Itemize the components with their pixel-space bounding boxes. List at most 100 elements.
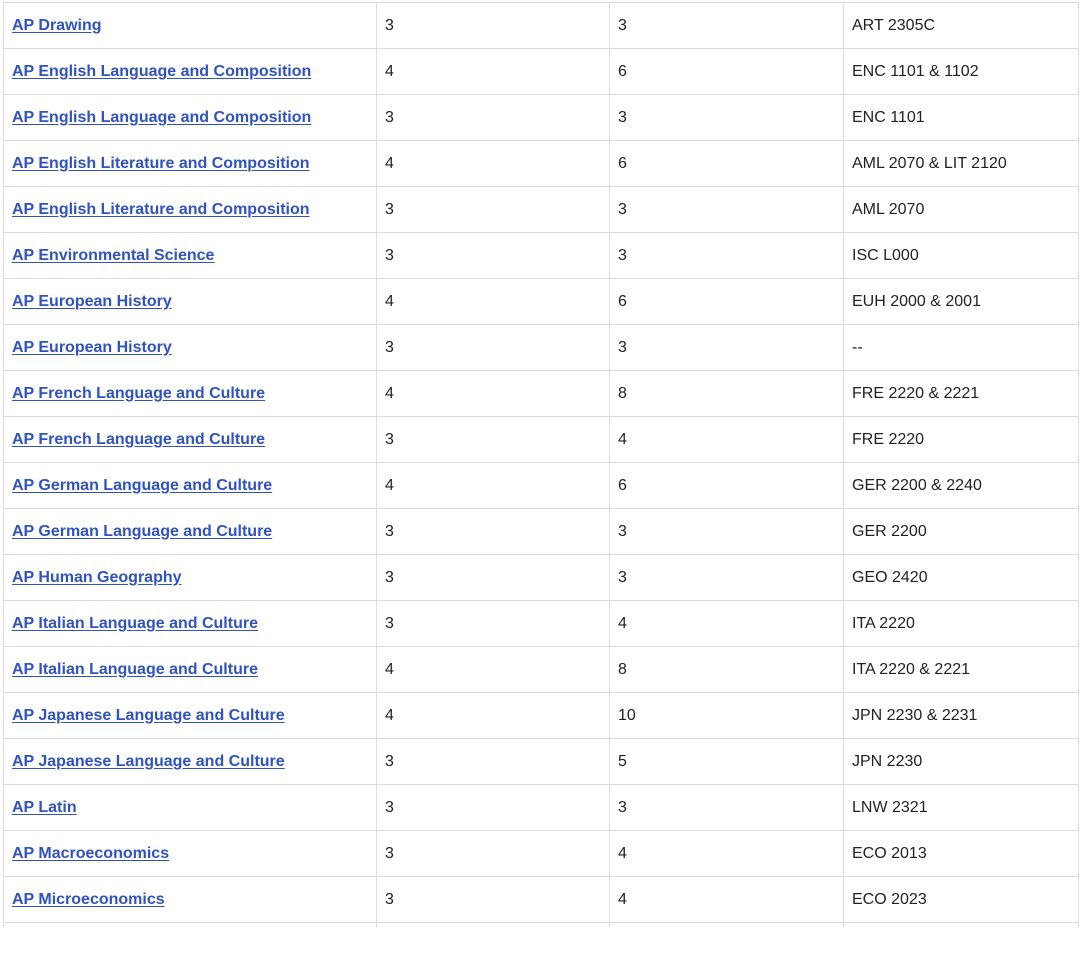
score-cell: 3 <box>376 186 610 233</box>
credits-cell: 3 <box>609 784 844 831</box>
course-link[interactable]: AP Microeconomics <box>12 891 165 908</box>
credits-cell: 10 <box>609 692 844 739</box>
score-cell: 3 <box>376 416 610 463</box>
table-body: AP Drawing 3 3 ART 2305C AP English Language… <box>3 2 1079 927</box>
course-cell: AP Latin <box>3 784 377 831</box>
score-cell: 3 <box>376 94 610 141</box>
credits-cell: 4 <box>609 876 844 923</box>
score-cell: 4 <box>376 278 610 325</box>
score-cell: 4 <box>376 462 610 509</box>
table-row: AP German Language and Culture 4 6 GER 2200… <box>3 462 1079 509</box>
ap-credit-table-container: AP Drawing 3 3 ART 2305C AP English Language… <box>3 2 1079 927</box>
score-cell: 3 <box>376 554 610 601</box>
equivalent-course-cell: ENC 1101 <box>843 94 1079 141</box>
empty-cell <box>609 922 844 927</box>
equivalent-course-cell: JPN 2230 & 2231 <box>843 692 1079 739</box>
table-row: AP European History 4 6 EUH 2000 & 2001 <box>3 278 1079 325</box>
course-cell: AP Human Geography <box>3 554 377 601</box>
course-cell: AP Italian Language and Culture <box>3 646 377 693</box>
course-cell: AP Microeconomics <box>3 876 377 923</box>
course-cell: AP French Language and Culture <box>3 416 377 463</box>
credits-cell: 3 <box>609 94 844 141</box>
table-row: AP English Literature and Composition 4 6 A… <box>3 140 1079 187</box>
score-cell: 3 <box>376 508 610 555</box>
course-link[interactable]: AP Latin <box>12 799 77 816</box>
credits-cell: 3 <box>609 324 844 371</box>
credits-cell: 5 <box>609 738 844 785</box>
course-link[interactable]: AP English Literature and Composition <box>12 155 310 172</box>
table-row: AP French Language and Culture 4 8 FRE 2220… <box>3 370 1079 417</box>
equivalent-course-cell: ART 2305C <box>843 2 1079 49</box>
equivalent-course-cell: FRE 2220 <box>843 416 1079 463</box>
credits-cell: 6 <box>609 278 844 325</box>
table-row: AP Japanese Language and Culture 4 10 JPN 2… <box>3 692 1079 739</box>
course-link[interactable]: AP Drawing <box>12 17 102 34</box>
course-link[interactable]: AP Japanese Language and Culture <box>12 707 285 724</box>
credits-cell: 3 <box>609 554 844 601</box>
score-cell: 3 <box>376 232 610 279</box>
credits-cell: 6 <box>609 462 844 509</box>
equivalent-course-cell: AML 2070 & LIT 2120 <box>843 140 1079 187</box>
equivalent-course-cell: GER 2200 & 2240 <box>843 462 1079 509</box>
course-cell: AP French Language and Culture <box>3 370 377 417</box>
course-link[interactable]: AP French Language and Culture <box>12 431 265 448</box>
course-link[interactable]: AP Environmental Science <box>12 247 214 264</box>
course-link[interactable]: AP Italian Language and Culture <box>12 661 258 678</box>
table-row: AP European History 3 3 -- <box>3 324 1079 371</box>
course-cell: AP German Language and Culture <box>3 508 377 555</box>
credits-cell: 6 <box>609 140 844 187</box>
equivalent-course-cell: AML 2070 <box>843 186 1079 233</box>
course-link[interactable]: AP German Language and Culture <box>12 523 272 540</box>
table-row: AP Environmental Science 3 3 ISC L000 <box>3 232 1079 279</box>
table-row: AP German Language and Culture 3 3 GER 2200 <box>3 508 1079 555</box>
table-row: AP Italian Language and Culture 3 4 ITA 222… <box>3 600 1079 647</box>
credits-cell: 4 <box>609 830 844 877</box>
table-row: AP Human Geography 3 3 GEO 2420 <box>3 554 1079 601</box>
empty-cell <box>843 922 1079 927</box>
course-link[interactable]: AP European History <box>12 339 172 356</box>
empty-cell <box>3 922 377 927</box>
table-row: AP Drawing 3 3 ART 2305C <box>3 2 1079 49</box>
course-link[interactable]: AP English Language and Composition <box>12 109 311 126</box>
course-cell: AP Drawing <box>3 2 377 49</box>
score-cell: 3 <box>376 830 610 877</box>
course-link[interactable]: AP French Language and Culture <box>12 385 265 402</box>
course-link[interactable]: AP German Language and Culture <box>12 477 272 494</box>
credits-cell: 4 <box>609 600 844 647</box>
table-row: AP English Language and Composition 4 6 ENC… <box>3 48 1079 95</box>
course-link[interactable]: AP English Language and Composition <box>12 63 311 80</box>
equivalent-course-cell: ENC 1101 & 1102 <box>843 48 1079 95</box>
score-cell: 3 <box>376 324 610 371</box>
equivalent-course-cell: -- <box>843 324 1079 371</box>
course-link[interactable]: AP European History <box>12 293 172 310</box>
credits-cell: 4 <box>609 416 844 463</box>
score-cell: 4 <box>376 48 610 95</box>
course-link[interactable]: AP English Literature and Composition <box>12 201 310 218</box>
course-link[interactable]: AP Macroeconomics <box>12 845 169 862</box>
equivalent-course-cell: ECO 2013 <box>843 830 1079 877</box>
equivalent-course-cell: ISC L000 <box>843 232 1079 279</box>
course-cell: AP English Language and Composition <box>3 94 377 141</box>
credits-cell: 3 <box>609 232 844 279</box>
course-link[interactable]: AP Japanese Language and Culture <box>12 753 285 770</box>
equivalent-course-cell: ITA 2220 & 2221 <box>843 646 1079 693</box>
empty-cell <box>376 922 610 927</box>
equivalent-course-cell: FRE 2220 & 2221 <box>843 370 1079 417</box>
equivalent-course-cell: JPN 2230 <box>843 738 1079 785</box>
course-link[interactable]: AP Human Geography <box>12 569 182 586</box>
course-cell: AP German Language and Culture <box>3 462 377 509</box>
table-row: AP Japanese Language and Culture 3 5 JPN 22… <box>3 738 1079 785</box>
course-link[interactable]: AP Italian Language and Culture <box>12 615 258 632</box>
course-cell: AP European History <box>3 278 377 325</box>
table-row: AP English Language and Composition 3 3 ENC… <box>3 94 1079 141</box>
score-cell: 3 <box>376 876 610 923</box>
table-row: AP Latin 3 3 LNW 2321 <box>3 784 1079 831</box>
course-cell: AP Italian Language and Culture <box>3 600 377 647</box>
course-cell: AP English Literature and Composition <box>3 186 377 233</box>
course-cell: AP English Literature and Composition <box>3 140 377 187</box>
score-cell: 4 <box>376 692 610 739</box>
credits-cell: 3 <box>609 508 844 555</box>
credits-cell: 3 <box>609 2 844 49</box>
table-row: AP Macroeconomics 3 4 ECO 2013 <box>3 830 1079 877</box>
equivalent-course-cell: ITA 2220 <box>843 600 1079 647</box>
